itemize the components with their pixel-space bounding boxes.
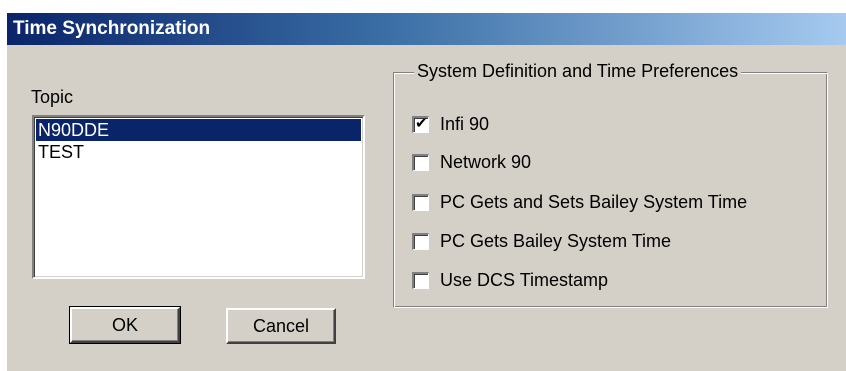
dialog-title-bar[interactable]: Time Synchronization: [7, 13, 846, 45]
use-dcs-timestamp-label: Use DCS Timestamp: [440, 269, 609, 290]
pc-gets-time-checkbox[interactable]: [412, 232, 429, 250]
group-box-title: System Definition and Time Preferences: [414, 61, 742, 82]
use-dcs-timestamp-checkbox[interactable]: [412, 271, 429, 289]
pc-gets-and-sets-time-label: PC Gets and Sets Bailey System Time: [440, 191, 748, 212]
network-90-label: Network 90: [440, 151, 532, 172]
pc-gets-and-sets-time-checkbox[interactable]: [412, 193, 429, 211]
topic-list-item-n90dde[interactable]: N90DDE: [36, 119, 361, 141]
topic-label: Topic: [31, 87, 74, 107]
topic-list-item-test[interactable]: TEST: [36, 141, 361, 163]
ok-button[interactable]: OK: [69, 306, 181, 344]
use-dcs-timestamp-option[interactable]: Use DCS Timestamp: [412, 269, 608, 291]
checkmark-icon: ✔: [415, 113, 428, 132]
pc-gets-and-sets-time-option[interactable]: PC Gets and Sets Bailey System Time: [412, 191, 747, 213]
network-90-checkbox[interactable]: [412, 153, 429, 171]
topic-listbox[interactable]: N90DDE TEST: [32, 115, 365, 279]
pc-gets-time-label: PC Gets Bailey System Time: [440, 230, 672, 251]
pc-gets-time-option[interactable]: PC Gets Bailey System Time: [412, 230, 671, 252]
cancel-button[interactable]: Cancel: [226, 308, 336, 344]
dialog-title: Time Synchronization: [13, 18, 211, 39]
network-90-option[interactable]: Network 90: [412, 151, 531, 173]
infi-90-checkbox[interactable]: ✔: [412, 113, 429, 133]
infi-90-label: Infi 90: [440, 113, 490, 134]
infi-90-option[interactable]: ✔ Infi 90: [412, 113, 489, 135]
